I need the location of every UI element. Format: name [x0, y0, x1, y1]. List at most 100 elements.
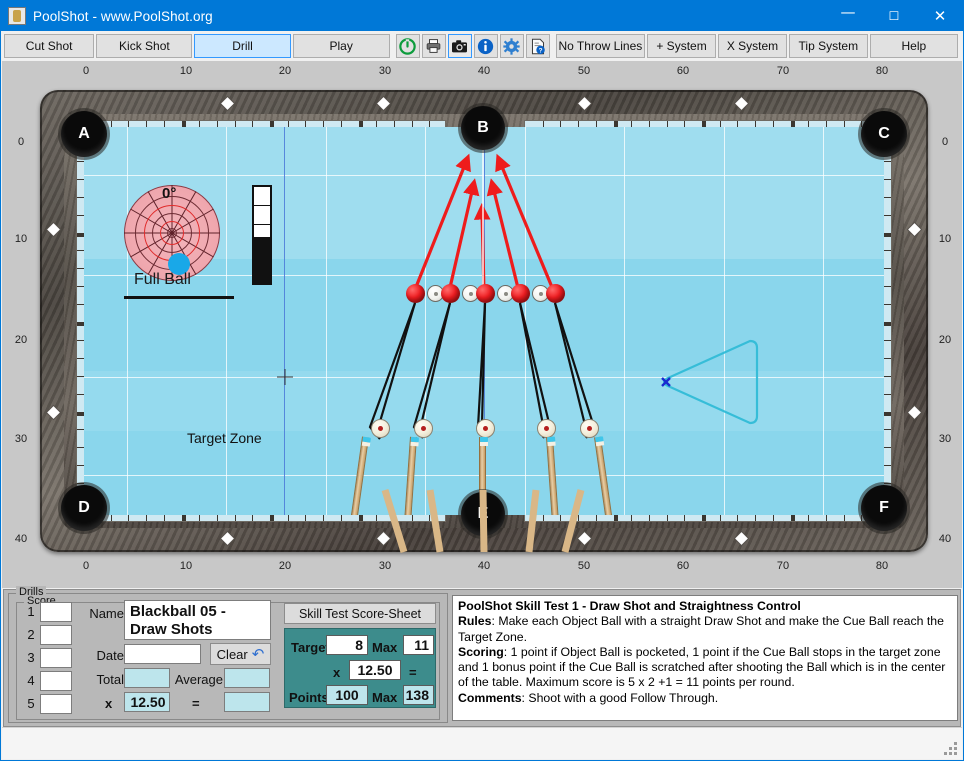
points-value: 100 — [326, 685, 368, 705]
scoresheet-button[interactable]: Skill Test Score-Sheet — [284, 603, 436, 624]
close-button[interactable]: ✕ — [917, 1, 963, 31]
button-help[interactable]: Help — [869, 34, 959, 58]
tab-cut-shot[interactable]: Cut Shot — [4, 34, 95, 58]
resize-grip[interactable] — [944, 742, 958, 756]
help-doc-icon: ? — [531, 38, 545, 54]
rail-diamond — [578, 97, 591, 110]
ruler-top-tick: 50 — [577, 65, 591, 77]
score-row-number: 4 — [27, 673, 35, 688]
score-input-row-1[interactable] — [40, 602, 72, 622]
pool-table[interactable]: Target Zone 0° Full Ball A B C D F — [40, 90, 928, 554]
power-icon — [399, 37, 416, 55]
date-input[interactable] — [124, 644, 201, 664]
printer-icon — [426, 39, 441, 53]
rail-tick — [77, 214, 84, 216]
description-rules: Rules: Make each Object Ball with a stra… — [458, 614, 952, 645]
target-label: Target — [291, 640, 330, 655]
comments-text: : Shoot with a good Follow Through. — [521, 690, 719, 705]
cue-ball[interactable] — [414, 419, 433, 438]
score-input-row-3[interactable] — [40, 648, 72, 668]
ruler-top-tick: 0 — [82, 65, 90, 77]
cue-ball[interactable] — [371, 419, 390, 438]
button-no-throw-lines[interactable]: No Throw Lines — [555, 34, 646, 58]
result-field — [224, 692, 270, 712]
score-input-row-5[interactable] — [40, 694, 72, 714]
button-x-system[interactable]: X System — [718, 34, 787, 58]
rail-tick — [884, 286, 891, 288]
rail-tick — [77, 286, 84, 288]
target-value[interactable]: 8 — [326, 635, 368, 655]
ruler-top: 0 10 20 30 40 50 60 70 80 — [2, 65, 962, 79]
spin-indicator[interactable]: 0° Full Ball — [124, 177, 334, 299]
ruler-top-tick: 60 — [676, 65, 690, 77]
ruler-left-tick: 40 — [14, 533, 28, 545]
pocket-c[interactable]: C — [861, 111, 907, 157]
rail-tick — [884, 465, 891, 467]
description-title-text: PoolShot Skill Test 1 - Draw Shot and St… — [458, 599, 801, 613]
average-value-field — [224, 668, 270, 688]
screenshot-button[interactable] — [447, 34, 472, 58]
info-button[interactable] — [473, 34, 498, 58]
rail-tick — [77, 250, 84, 252]
spin-contact-label: Full Ball — [134, 271, 191, 288]
score-input-row-2[interactable] — [40, 625, 72, 645]
ruler-bottom-tick: 20 — [278, 560, 292, 572]
tab-kick-shot[interactable]: Kick Shot — [96, 34, 193, 58]
cue-ball[interactable] — [476, 419, 495, 438]
ruler-bottom-tick: 70 — [776, 560, 790, 572]
name-label: Name — [89, 606, 124, 621]
teal-multiplier-symbol: x — [333, 665, 341, 680]
toolbar: Cut Shot Kick Shot Drill Play ? No Throw… — [1, 31, 963, 61]
ruler-right: 0 10 20 30 40 — [930, 61, 960, 588]
cue-ball[interactable] — [537, 419, 556, 438]
settings-button[interactable] — [499, 34, 524, 58]
tab-drill[interactable]: Drill — [194, 34, 291, 58]
pocket-a[interactable]: A — [61, 111, 107, 157]
table-cloth[interactable]: Target Zone 0° Full Ball — [84, 127, 884, 515]
power-level-fill — [254, 236, 270, 283]
ruler-bottom: 0 10 20 30 40 50 60 70 80 — [2, 560, 962, 574]
help-document-button[interactable]: ? — [525, 34, 550, 58]
cue-ferrule-icon — [479, 442, 488, 446]
button-tip-system[interactable]: Tip System — [788, 34, 868, 58]
description-title: PoolShot Skill Test 1 - Draw Shot and St… — [458, 599, 952, 614]
app-icon — [8, 7, 26, 25]
status-bar — [2, 727, 962, 759]
rail-tick — [884, 411, 891, 416]
print-button[interactable] — [421, 34, 446, 58]
rail-tick — [884, 304, 891, 306]
ruler-top-tick: 70 — [776, 65, 790, 77]
teal-multiplier-value[interactable]: 12.50 — [349, 660, 401, 680]
rail-tick — [884, 357, 891, 359]
target-max-label: Max — [372, 640, 398, 655]
button-plus-system[interactable]: + System — [647, 34, 717, 58]
ruler-right-tick: 10 — [938, 233, 952, 245]
rail-tick — [77, 465, 84, 467]
clear-button[interactable]: Clear ↶ — [210, 643, 271, 665]
window-title: PoolShot - www.PoolShot.org — [33, 8, 213, 24]
rules-label: Rules — [458, 614, 492, 629]
tab-play[interactable]: Play — [292, 34, 390, 58]
rail-tick — [884, 196, 891, 198]
rail-diamond — [221, 97, 234, 110]
rail-tick — [884, 160, 891, 162]
bottom-panel: Drills Score 1 2 3 4 5 Name Blackball 05… — [3, 586, 961, 727]
rail-tick — [884, 447, 891, 449]
maximize-button[interactable]: ☐ — [871, 1, 917, 31]
points-label: Points — [289, 690, 329, 705]
power-button[interactable] — [395, 34, 420, 58]
rail-diamond — [908, 406, 921, 419]
power-meter[interactable] — [252, 185, 272, 285]
rail-tick — [884, 375, 891, 377]
rail-tick — [884, 483, 891, 485]
ruler-left: 0 10 20 30 40 — [6, 61, 36, 588]
score-row-number: 2 — [27, 627, 35, 642]
minimize-button[interactable]: — — [825, 1, 871, 31]
cue-sticks-overhang — [381, 488, 585, 554]
ruler-bottom-tick: 40 — [477, 560, 491, 572]
score-row-number: 3 — [27, 650, 35, 665]
rail-tick — [77, 339, 84, 341]
cue-ball[interactable] — [580, 419, 599, 438]
gear-icon — [503, 37, 520, 55]
pocket-b[interactable]: B — [461, 106, 505, 150]
